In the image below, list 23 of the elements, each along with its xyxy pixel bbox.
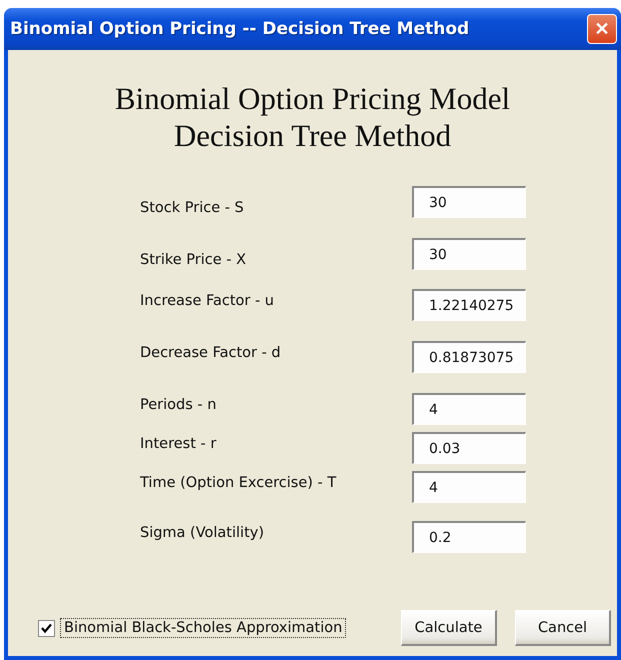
input-field[interactable]: 0.03 [412,432,526,464]
field-label: Decrease Factor - d [140,345,282,361]
input-field[interactable]: 4 [412,471,526,503]
checkbox-label[interactable]: Binomial Black-Scholes Approximation [60,618,346,638]
calculate-button[interactable]: Calculate [401,610,497,646]
input-field[interactable]: 30 [412,186,526,218]
heading: Decision Tree Method [172,117,452,154]
cancel-button[interactable]: Cancel [515,610,611,646]
field-label: Strike Price - X [140,252,248,268]
window-title: Binomial Option Pricing -- Decision Tree Method [10,19,470,39]
heading: Binomial Option Pricing Model [114,80,512,117]
field-label: Stock Price - S [140,200,245,216]
field-label: Periods - n [140,397,218,413]
input-field[interactable]: 4 [412,393,526,425]
input-field[interactable]: 30 [412,238,526,270]
input-field[interactable]: 0.81873075 [412,341,526,373]
input-field[interactable]: 1.22140275 [412,289,526,321]
field-label: Interest - r [140,436,218,452]
field-label: Sigma (Volatility) [140,525,265,541]
input-field[interactable]: 0.2 [412,521,526,553]
field-label: Time (Option Excercise) - T [140,475,338,491]
checkbox[interactable] [38,620,55,636]
field-label: Increase Factor - u [140,293,275,309]
